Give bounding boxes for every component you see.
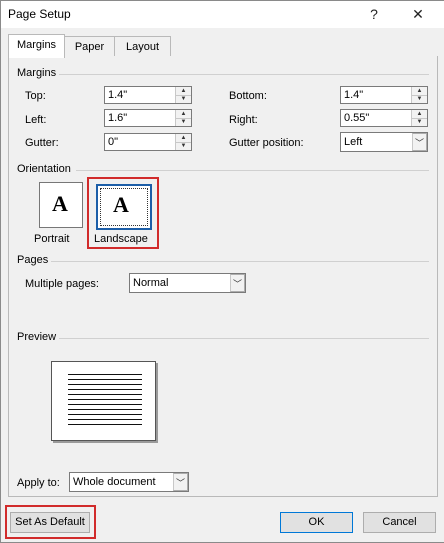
preview-group-label: Preview [17,331,57,343]
apply-to-label: Apply to: [17,477,60,489]
left-label: Left: [25,114,47,126]
multiple-pages-value: Normal [133,277,169,289]
top-margin-value: 1.4" [108,89,128,101]
pages-group-divider [51,261,429,262]
ok-button[interactable]: OK [280,512,353,533]
title-bar: Page Setup ? ✕ [1,1,444,28]
preview-line [68,384,142,385]
margins-group-label: Margins [17,67,57,79]
page-setup-dialog: Page Setup ? ✕ Margins Paper Layout Marg… [0,0,444,543]
preview-line [68,409,142,410]
preview-group-divider [59,338,429,339]
left-margin-value: 1.6" [108,112,128,124]
gutter-position-value: Left [344,136,363,148]
preview-line [68,399,142,400]
set-as-default-highlight-box [5,505,96,539]
gutter-spinner[interactable]: 0" ▲ ▼ [104,133,192,151]
close-button[interactable]: ✕ [402,1,434,28]
tab-paper[interactable]: Paper [64,36,115,57]
gutter-label: Gutter: [25,137,59,149]
bottom-margin-value: 1.4" [344,89,364,101]
preview-line [68,414,142,415]
chevron-down-icon[interactable]: ﹀ [412,133,427,151]
pages-group-label: Pages [17,254,49,266]
preview-line [68,379,142,380]
dialog-title: Page Setup [8,7,71,21]
preview-line [68,374,142,375]
preview-line [68,404,142,405]
top-label: Top: [25,90,46,102]
bottom-margin-spinner[interactable]: 1.4" ▲ ▼ [340,86,428,104]
spin-arrows: ▲ ▼ [411,87,427,103]
portrait-label[interactable]: Portrait [34,233,69,245]
bottom-label: Bottom: [229,90,267,102]
page-preview-thumbnail [51,361,156,441]
gutter-value: 0" [108,136,119,148]
spin-down-icon[interactable]: ▼ [176,95,191,103]
top-margin-spinner[interactable]: 1.4" ▲ ▼ [104,86,192,104]
gutter-position-select[interactable]: Left ﹀ [340,132,428,152]
gutter-position-label: Gutter position: [229,137,304,149]
spin-arrows: ▲ ▼ [175,110,191,126]
apply-to-value: Whole document [73,476,156,488]
right-margin-value: 0.55" [344,112,370,124]
preview-line [68,389,142,390]
preview-line [68,419,142,420]
spin-down-icon[interactable]: ▼ [412,118,427,126]
right-label: Right: [229,114,258,126]
left-margin-spinner[interactable]: 1.6" ▲ ▼ [104,109,192,127]
chevron-down-icon[interactable]: ﹀ [173,473,188,491]
right-margin-spinner[interactable]: 0.55" ▲ ▼ [340,109,428,127]
multiple-pages-label: Multiple pages: [25,278,99,290]
preview-line [68,424,142,425]
spin-down-icon[interactable]: ▼ [412,95,427,103]
spin-arrows: ▲ ▼ [175,134,191,150]
orientation-group-label: Orientation [17,163,71,175]
spin-down-icon[interactable]: ▼ [176,118,191,126]
spin-arrows: ▲ ▼ [175,87,191,103]
portrait-letter: A [52,191,68,216]
chevron-down-icon[interactable]: ﹀ [230,274,245,292]
multiple-pages-select[interactable]: Normal ﹀ [129,273,246,293]
orientation-group-divider [76,170,429,171]
landscape-highlight-box [87,177,159,249]
spin-down-icon[interactable]: ▼ [176,142,191,150]
tab-margins[interactable]: Margins [8,34,65,58]
tab-layout[interactable]: Layout [114,36,171,57]
margins-group-divider [59,74,429,75]
help-button[interactable]: ? [358,1,390,28]
portrait-icon[interactable]: A [39,182,83,228]
apply-to-select[interactable]: Whole document ﹀ [69,472,189,492]
spin-arrows: ▲ ▼ [411,110,427,126]
cancel-button[interactable]: Cancel [363,512,436,533]
preview-line [68,394,142,395]
